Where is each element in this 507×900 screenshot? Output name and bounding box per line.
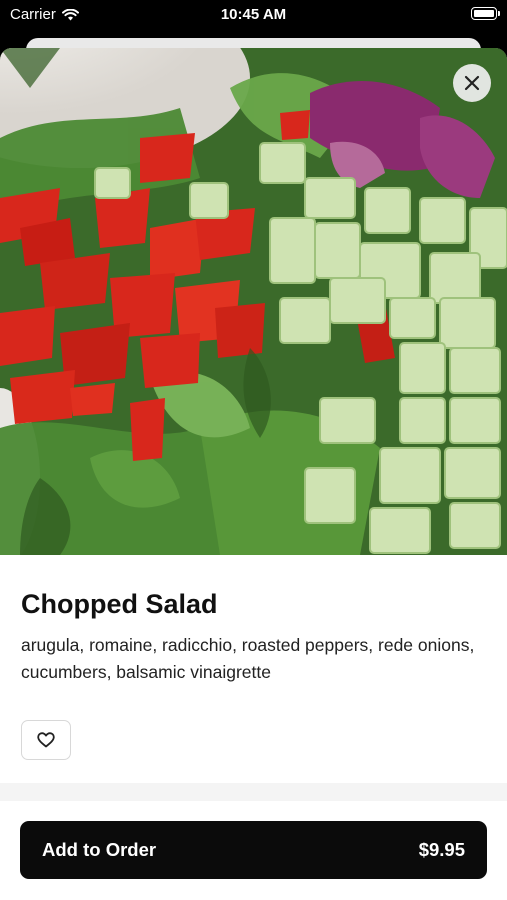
status-bar: Carrier 10:45 AM <box>0 0 507 30</box>
order-price: $9.95 <box>418 839 465 860</box>
close-icon <box>464 75 480 91</box>
status-time: 10:45 AM <box>220 6 287 23</box>
bottom-action-bar: Add to Order $9.95 <box>0 804 507 900</box>
add-to-order-button[interactable]: Add to Order $9.95 <box>20 821 487 879</box>
heart-icon <box>37 732 55 748</box>
add-to-order-label: Add to Order <box>42 839 157 860</box>
item-title: Chopped Salad <box>21 589 218 619</box>
item-description: arugula, romaine, radicchio, roasted pep… <box>21 635 475 682</box>
section-divider <box>0 783 507 801</box>
close-button[interactable] <box>453 64 491 102</box>
item-photo <box>0 48 507 555</box>
favorite-button[interactable] <box>21 720 71 760</box>
salad-image <box>0 48 507 555</box>
battery-icon <box>471 7 500 20</box>
item-detail-sheet: Chopped Salad arugula, romaine, radicchi… <box>0 48 507 900</box>
